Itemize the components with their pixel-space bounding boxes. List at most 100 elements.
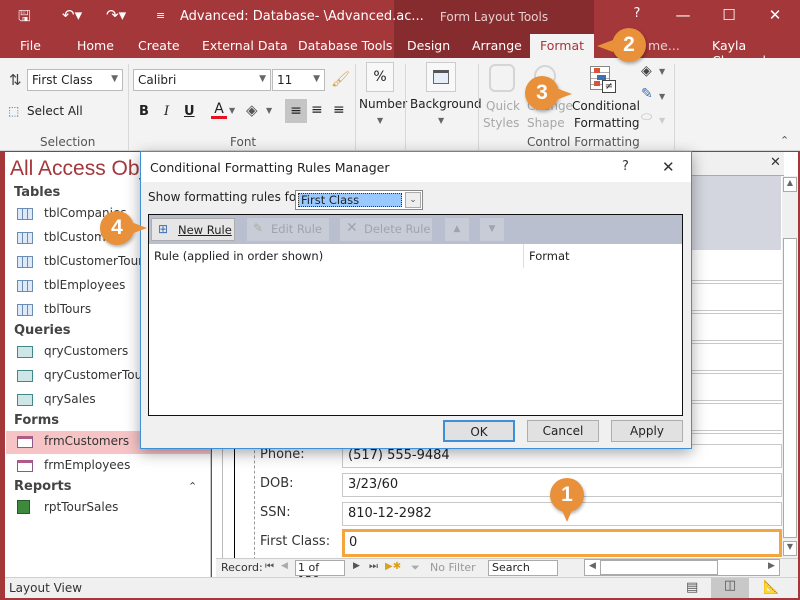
nav-group-reports[interactable]: Reports: [14, 479, 71, 494]
number-format-icon[interactable]: %: [366, 62, 394, 92]
italic-button[interactable]: I: [164, 104, 169, 119]
section-border: [222, 430, 223, 560]
quick-styles-label: Quick: [486, 99, 520, 113]
nav-item-qrycustomertours[interactable]: qryCustomerTours: [44, 368, 153, 382]
minimize-button[interactable]: —: [668, 6, 698, 24]
font-size-combo[interactable]: 11 ▼: [272, 69, 325, 91]
tab-home[interactable]: Home: [77, 38, 114, 53]
scroll-up-button[interactable]: ▲: [783, 177, 797, 192]
edit-rule-label: Edit Rule: [271, 222, 322, 236]
tab-design[interactable]: Design: [407, 38, 450, 53]
object-selector-combo[interactable]: First Class ▼: [27, 69, 123, 91]
scroll-left-button[interactable]: ◀: [589, 561, 596, 571]
dialog-close-button[interactable]: ✕: [662, 158, 675, 176]
nav-group-tables[interactable]: Tables: [14, 185, 60, 200]
undo-icon[interactable]: ↶▾: [62, 6, 82, 24]
tab-external-data[interactable]: External Data: [202, 38, 288, 53]
underline-button[interactable]: U: [184, 104, 195, 119]
chevron-down-icon[interactable]: ▼: [229, 106, 235, 115]
horizontal-scroll-thumb[interactable]: [600, 560, 718, 575]
tab-create[interactable]: Create: [138, 38, 180, 53]
record-search-input[interactable]: Search: [488, 560, 558, 576]
nav-item-qrycustomers[interactable]: qryCustomers: [44, 344, 128, 358]
chevron-down-icon[interactable]: ⌄: [405, 192, 421, 208]
number-button[interactable]: Number: [359, 97, 407, 111]
align-center-icon[interactable]: ≡: [311, 102, 323, 118]
record-label: Record:: [221, 561, 263, 574]
design-view-icon[interactable]: 📐: [763, 580, 779, 595]
new-record-icon[interactable]: ▶✱: [385, 561, 401, 572]
nav-item-frmemployees[interactable]: frmEmployees: [44, 458, 130, 472]
tab-database-tools[interactable]: Database Tools: [298, 38, 392, 53]
conditional-formatting-button-2[interactable]: Formatting: [574, 116, 640, 130]
align-right-icon[interactable]: ≡: [333, 102, 345, 118]
scroll-down-button[interactable]: ▼: [783, 541, 797, 556]
customize-qat-icon[interactable]: ≡: [156, 9, 165, 22]
font-name-combo[interactable]: Calibri ▼: [133, 69, 271, 91]
ok-button[interactable]: OK: [443, 420, 515, 442]
property-sheet-icon: ⇅: [9, 71, 22, 89]
tab-format[interactable]: Format: [530, 34, 594, 59]
cancel-button[interactable]: Cancel: [527, 420, 599, 442]
font-color-button[interactable]: A: [211, 101, 227, 121]
nav-item-tblcustomertours[interactable]: tblCustomerTours: [44, 254, 149, 268]
save-icon[interactable]: 🖫: [18, 6, 31, 31]
font-name-value: Calibri: [138, 73, 177, 87]
tab-file[interactable]: File: [20, 38, 41, 53]
scroll-right-button[interactable]: ▶: [768, 561, 775, 571]
next-record-icon[interactable]: ▶: [353, 561, 360, 571]
layout-view-button[interactable]: ◫: [711, 578, 749, 598]
shape-fill-icon[interactable]: ◈: [641, 63, 652, 79]
first-class-field[interactable]: 0: [342, 529, 782, 557]
shape-effects-icon: ⬭: [641, 110, 653, 125]
nav-group-forms[interactable]: Forms: [14, 413, 59, 428]
apply-button[interactable]: Apply: [611, 420, 683, 442]
table-icon: [17, 304, 33, 316]
current-record-field[interactable]: 1 of 156: [295, 560, 345, 587]
fill-color-icon[interactable]: ◈: [246, 101, 258, 119]
nav-item-tbltours[interactable]: tblTours: [44, 302, 91, 316]
format-painter-icon[interactable]: 🖌: [331, 70, 350, 88]
status-bar: [5, 577, 798, 598]
nav-pane-title[interactable]: All Access Obj: [10, 157, 144, 181]
tell-me-box[interactable]: me...: [648, 38, 680, 53]
conditional-formatting-button[interactable]: Conditional: [572, 99, 640, 113]
conditional-formatting-icon[interactable]: ≠: [590, 66, 616, 94]
nav-item-qrysales[interactable]: qrySales: [44, 392, 96, 406]
ssn-label: SSN:: [260, 505, 291, 520]
nav-group-queries[interactable]: Queries: [14, 323, 71, 338]
collapse-ribbon-icon[interactable]: ⌃: [780, 134, 789, 147]
query-icon: [17, 370, 33, 382]
ribbon-separator: [478, 64, 479, 150]
last-record-icon[interactable]: ⏭: [369, 561, 378, 572]
chevron-down-icon[interactable]: ▼: [266, 106, 272, 115]
close-button[interactable]: ✕: [760, 6, 790, 24]
nav-item-tblemployees[interactable]: tblEmployees: [44, 278, 125, 292]
select-all-button[interactable]: Select All: [27, 104, 83, 118]
scroll-thumb[interactable]: [783, 238, 797, 538]
dialog-help-button[interactable]: ?: [622, 159, 629, 174]
shape-outline-icon[interactable]: ✎: [641, 86, 653, 102]
form-view-icon[interactable]: ▤: [686, 580, 698, 595]
close-form-icon[interactable]: ✕: [770, 155, 781, 170]
background-button[interactable]: Background: [410, 97, 482, 111]
font-size-value: 11: [277, 73, 293, 87]
new-rule-button[interactable]: ⊞ New Rule: [151, 218, 235, 241]
bold-button[interactable]: B: [139, 104, 149, 119]
delete-rule-button: ✕ Delete Rule: [340, 218, 432, 241]
help-button[interactable]: ?: [622, 6, 652, 21]
no-filter-indicator[interactable]: No Filter: [430, 561, 476, 574]
redo-icon[interactable]: ↷▾: [106, 6, 126, 24]
background-image-icon[interactable]: [426, 62, 456, 92]
nav-item-frmcustomers[interactable]: frmCustomers: [44, 434, 129, 448]
first-record-icon[interactable]: ⏮: [265, 561, 274, 572]
nav-item-rpttoursales[interactable]: rptTourSales: [44, 500, 118, 514]
show-rules-for-select[interactable]: First Class ⌄: [295, 190, 423, 210]
delete-icon: ✕: [346, 220, 358, 236]
maximize-button[interactable]: ☐: [714, 6, 744, 24]
align-left-button[interactable]: ≡: [285, 99, 307, 123]
dob-label: DOB:: [260, 476, 294, 491]
dialog-title: Conditional Formatting Rules Manager: [150, 160, 390, 175]
collapse-group-icon[interactable]: ⌃: [188, 480, 197, 493]
tab-arrange[interactable]: Arrange: [472, 38, 522, 53]
